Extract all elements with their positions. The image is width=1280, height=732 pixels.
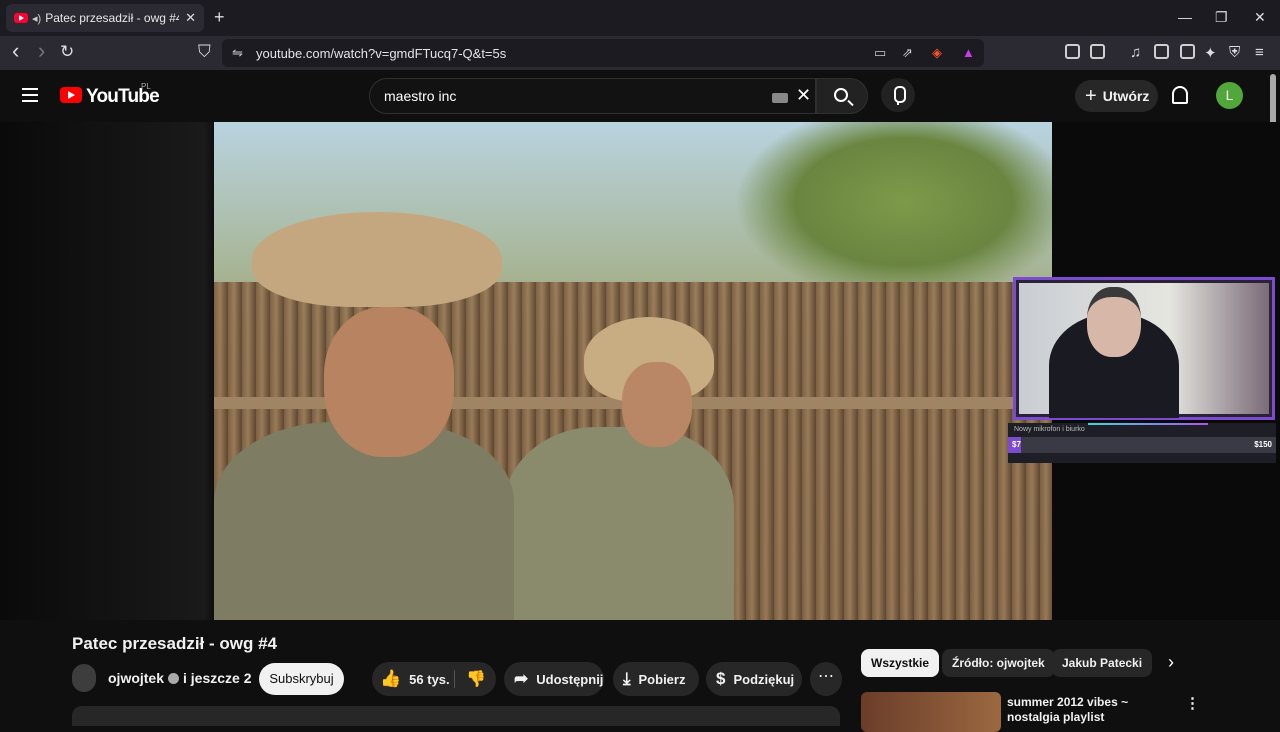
- download-icon: ⤓: [623, 669, 631, 688]
- guide-menu-icon[interactable]: [22, 88, 38, 102]
- search-clear-icon[interactable]: ✕: [796, 85, 811, 106]
- sidebar-icon[interactable]: [1154, 44, 1169, 59]
- browser-toolbar: ‹ › ↻ ⛉ ⇋ youtube.com/watch?v=gmdFTucq7-…: [0, 36, 1280, 70]
- donation-goal-widget: Nowy mikrofon i biurko $7 $150: [1008, 423, 1276, 463]
- tree-foliage: [734, 122, 1052, 302]
- forward-button[interactable]: ›: [38, 38, 45, 64]
- app-menu-icon[interactable]: ≡: [1255, 44, 1264, 61]
- like-dislike-group: 👍 56 tys. 👎: [372, 662, 496, 696]
- download-button[interactable]: ⤓ Pobierz: [613, 662, 699, 696]
- extensions-icon[interactable]: [1065, 44, 1080, 59]
- tab-title: Patec przesadził - owg #4 - YouTube: [45, 11, 179, 25]
- country-code: PL: [141, 82, 151, 91]
- brave-shields-icon[interactable]: ◈: [932, 45, 942, 61]
- like-divider: [454, 670, 455, 688]
- create-label: Utwórz: [1102, 88, 1150, 104]
- youtube-header: YouTube PL maestro inc ✕ + Utwórz L: [0, 70, 1280, 122]
- cast-icon[interactable]: ▭: [874, 45, 886, 61]
- leo-ai-icon[interactable]: ✦: [1204, 44, 1217, 62]
- channel-name-text[interactable]: ojwojtek: [108, 670, 164, 686]
- download-label: Pobierz: [638, 671, 686, 687]
- chips-next-icon[interactable]: ›: [1168, 652, 1174, 673]
- recommendation-menu-icon[interactable]: ⋮: [1185, 694, 1200, 712]
- minimize-button[interactable]: —: [1178, 9, 1192, 25]
- video-frame[interactable]: [214, 122, 1052, 620]
- search-box[interactable]: maestro inc ✕: [369, 78, 816, 114]
- share-icon: ➦: [514, 669, 529, 688]
- browser-tab-strip: ◂) Patec przesadził - owg #4 - YouTube ✕…: [0, 0, 1280, 36]
- brave-rewards-icon[interactable]: ▲: [962, 45, 975, 60]
- chip-source-channel[interactable]: Źródło: ojwojtek: [942, 649, 1055, 677]
- address-bar[interactable]: ⇋ youtube.com/watch?v=gmdFTucq7-Q&t=5s ▭…: [222, 39, 984, 67]
- share-page-icon[interactable]: ⇗: [902, 45, 913, 61]
- speaker-icon[interactable]: ◂): [32, 12, 41, 25]
- plus-icon: +: [1085, 84, 1097, 107]
- reading-list-icon[interactable]: [1090, 44, 1105, 59]
- voice-search-button[interactable]: [881, 78, 915, 112]
- reload-button[interactable]: ↻: [60, 42, 74, 62]
- subscribe-button[interactable]: Subskrybuj: [259, 663, 344, 695]
- share-label: Udostępnij: [536, 671, 604, 687]
- dislike-icon[interactable]: 👎: [466, 669, 486, 689]
- channel-avatar[interactable]: [72, 664, 96, 692]
- search-button[interactable]: [816, 78, 868, 114]
- search-icon: [834, 88, 848, 102]
- description-box[interactable]: [72, 706, 840, 726]
- music-icon[interactable]: ♫: [1130, 44, 1141, 61]
- tab-close-icon[interactable]: ✕: [185, 10, 196, 26]
- chip-jakub-patecki[interactable]: Jakub Patecki: [1052, 649, 1153, 677]
- bookmark-icon[interactable]: ⛉: [198, 42, 211, 62]
- search-input[interactable]: maestro inc: [384, 88, 456, 104]
- thanks-label: Podziękuj: [733, 671, 795, 687]
- collaborators-text[interactable]: i jeszcze 2: [183, 670, 252, 686]
- youtube-favicon-icon: [14, 13, 28, 23]
- vpn-icon[interactable]: ⛨: [1229, 44, 1240, 61]
- wallet-icon[interactable]: [1180, 44, 1195, 59]
- notifications-bell-icon[interactable]: [1172, 86, 1188, 104]
- more-actions-icon[interactable]: ⋯: [810, 662, 842, 696]
- back-button[interactable]: ‹: [12, 38, 19, 64]
- site-info-icon[interactable]: ⇋: [232, 45, 243, 61]
- goal-current-amount: $7: [1012, 440, 1021, 449]
- like-icon[interactable]: 👍: [380, 669, 401, 689]
- channel-name[interactable]: ojwojtek i jeszcze 2: [108, 670, 252, 686]
- streamer-webcam-overlay: [1013, 277, 1275, 420]
- goal-accent-line: [1088, 423, 1208, 425]
- person-right: [504, 317, 734, 620]
- account-avatar[interactable]: L: [1216, 82, 1243, 109]
- url-text[interactable]: youtube.com/watch?v=gmdFTucq7-Q&t=5s: [256, 46, 506, 61]
- like-count[interactable]: 56 tys.: [409, 672, 449, 687]
- goal-target-amount: $150: [1254, 440, 1272, 449]
- share-button[interactable]: ➦ Udostępnij: [504, 662, 604, 696]
- video-title: Patec przesadził - owg #4: [72, 634, 278, 653]
- close-window-button[interactable]: ✕: [1254, 9, 1266, 26]
- thanks-button[interactable]: $ Podziękuj: [706, 662, 802, 696]
- create-button[interactable]: + Utwórz: [1075, 80, 1158, 112]
- goal-progress-bar: [1008, 437, 1276, 453]
- chip-all[interactable]: Wszystkie: [861, 649, 940, 677]
- verified-icon: [168, 673, 180, 684]
- youtube-logo-icon[interactable]: [60, 87, 82, 103]
- maximize-button[interactable]: ❐: [1215, 9, 1228, 26]
- browser-tab-youtube[interactable]: ◂) Patec przesadził - owg #4 - YouTube ✕: [6, 4, 204, 32]
- keyboard-icon[interactable]: [772, 93, 788, 103]
- new-tab-button[interactable]: +: [214, 8, 225, 26]
- recommendation-thumbnail[interactable]: [861, 692, 1001, 732]
- goal-label: Nowy mikrofon i biurko: [1014, 426, 1085, 433]
- thanks-icon: $: [716, 669, 726, 688]
- recommendation-title[interactable]: summer 2012 vibes ~ nostalgia playlist: [1007, 695, 1177, 725]
- person-left: [214, 212, 524, 620]
- streamer-head: [1087, 287, 1141, 357]
